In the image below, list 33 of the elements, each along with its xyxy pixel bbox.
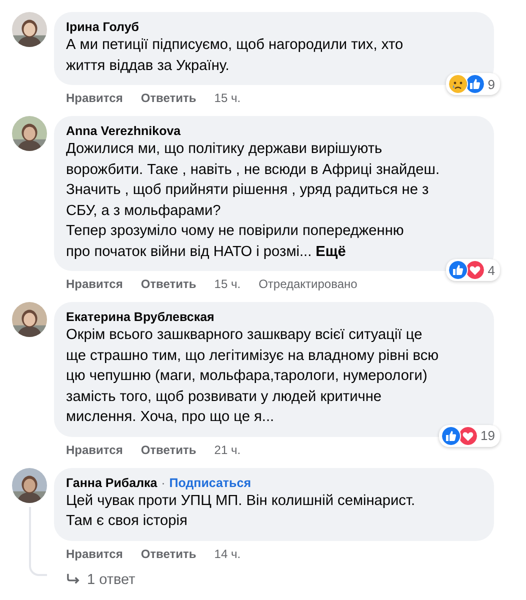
- replies-link[interactable]: 1 ответ: [87, 572, 136, 588]
- reaction-count: 9: [488, 76, 496, 92]
- reaction-count: 4: [488, 262, 496, 278]
- reaction-badge[interactable]: 19: [438, 424, 500, 446]
- author-name[interactable]: Anna Verezhnikova: [66, 124, 181, 138]
- comment-text: Дожилися ми, що політику держави вирішують ворожбити. Таке , навіть , не всюди в Африці знайдеш. Значить , щоб прийняти рішення , уряд радиться не з СБУ, а з мольфарами? Тепер зрозуміло чому не повірили попередженню про початок війни від НАТО і розмі... Ещё: [66, 140, 440, 262]
- see-more-link[interactable]: Ещё: [316, 244, 346, 260]
- timestamp[interactable]: 14 ч.: [214, 546, 241, 562]
- timestamp[interactable]: 21 ч.: [214, 442, 241, 458]
- comment-text: Окрім всього зашкварного зашквару всієї ситуації це ще страшно тим, що легітимізує на владному рівні всю цю чепушню (маги, мольфара,тарологи, нумерологи) замість того, щоб розвивати у людей критичне мислення. Хоча, про що це я...: [66, 326, 440, 427]
- reply-link[interactable]: Ответить: [140, 442, 196, 458]
- like-link[interactable]: Нравится: [66, 276, 123, 292]
- edited-label: Отредактировано: [258, 276, 358, 292]
- reply-link[interactable]: Ответить: [140, 276, 196, 292]
- thread-line: [29, 506, 47, 576]
- like-link[interactable]: Нравится: [66, 442, 123, 458]
- author-name[interactable]: Ірина Голуб: [66, 20, 140, 34]
- separator-dot: ·: [161, 476, 166, 490]
- follow-link[interactable]: Подписаться: [169, 476, 251, 490]
- reply-link[interactable]: Ответить: [140, 90, 196, 106]
- reply-arrow-icon: [66, 573, 81, 586]
- comment-text: Цей чувак проти УПЦ МП. Він колишній семінарист. Там є своя історія: [66, 492, 416, 531]
- author-name[interactable]: Ганна Рибалка: [66, 476, 158, 490]
- reaction-count: 19: [480, 428, 496, 443]
- timestamp[interactable]: 15 ч.: [214, 90, 241, 106]
- timestamp[interactable]: 15 ч.: [214, 276, 241, 292]
- reaction-badge[interactable]: 9: [446, 73, 500, 95]
- reaction-badge[interactable]: 4: [446, 259, 500, 281]
- like-link[interactable]: Нравится: [66, 546, 123, 562]
- like-link[interactable]: Нравится: [66, 90, 123, 106]
- author-name[interactable]: Екатерина Врублевская: [66, 310, 214, 324]
- comment-text: А ми петиції підписуємо, щоб нагородили тих, хто життя віддав за Україну.: [66, 36, 404, 76]
- reply-link[interactable]: Ответить: [140, 546, 196, 562]
